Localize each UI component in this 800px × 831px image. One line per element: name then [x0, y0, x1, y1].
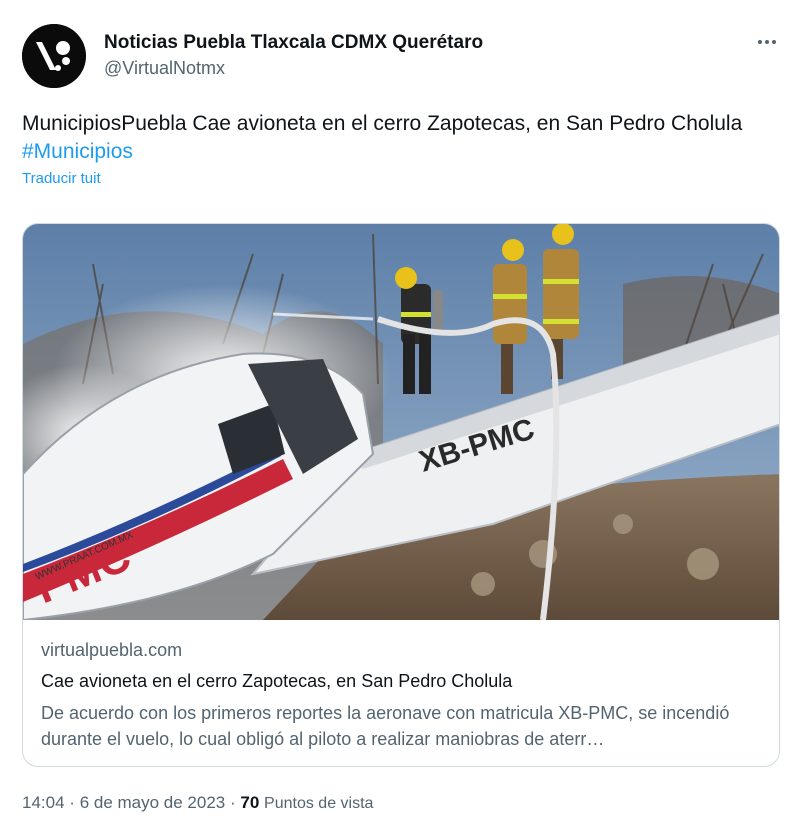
views-label: Puntos de vista	[264, 795, 374, 812]
author-handle[interactable]: @VirtualNotmx	[104, 58, 225, 79]
tweet-body: MunicipiosPuebla Cae avioneta en el cerr…	[22, 112, 743, 135]
more-horizontal-icon	[765, 40, 769, 44]
more-horizontal-icon	[758, 40, 762, 44]
avatar[interactable]	[22, 24, 86, 88]
views-count: 70	[240, 793, 260, 812]
author-name[interactable]: Noticias Puebla Tlaxcala CDMX Querétaro	[104, 32, 483, 54]
translate-link[interactable]: Traducir tuit	[22, 170, 101, 187]
avatar-logo-icon	[22, 24, 86, 88]
card-image[interactable]: XB-PMC PMC WWW.PRAAT.COM.MX	[23, 224, 779, 620]
card-domain: virtualpuebla.com	[41, 640, 183, 660]
tweet-meta: 14:04 · 6 de mayo de 2023 · 70 Puntos de…	[22, 793, 373, 813]
tweet-date[interactable]: 6 de mayo de 2023	[80, 793, 226, 812]
card-description: De acuerdo con los primeros reportes la …	[41, 703, 730, 749]
meta-separator: ·	[69, 793, 75, 812]
card-title: Cae avioneta en el cerro Zapotecas, en S…	[41, 671, 513, 691]
link-card[interactable]: XB-PMC PMC WWW.PRAAT.COM.MX virtualpuebl…	[22, 223, 780, 767]
hashtag-link[interactable]: #Municipios	[22, 140, 133, 163]
plane-crash-photo: XB-PMC PMC WWW.PRAAT.COM.MX	[23, 224, 779, 620]
tweet-text: MunicipiosPuebla Cae avioneta en el cerr…	[22, 110, 762, 166]
meta-separator: ·	[229, 793, 236, 812]
more-horizontal-icon	[772, 40, 776, 44]
tweet-header: Noticias Puebla Tlaxcala CDMX Querétaro …	[22, 24, 782, 90]
more-options-button[interactable]	[752, 30, 782, 54]
tweet-time[interactable]: 14:04	[22, 793, 65, 812]
